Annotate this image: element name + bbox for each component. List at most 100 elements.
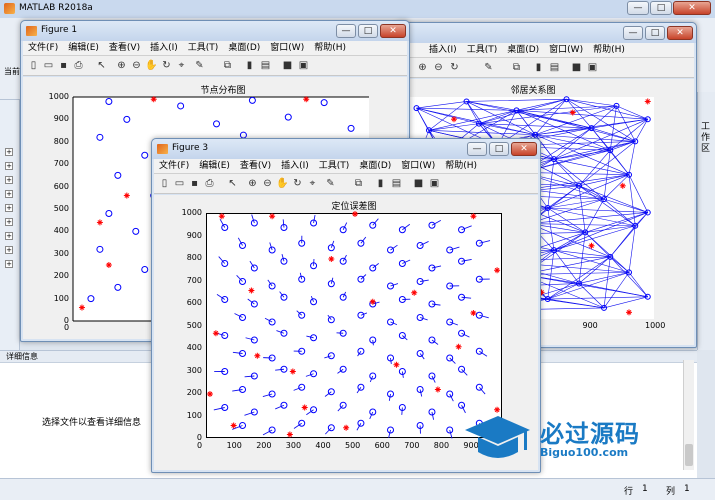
figure2-close-button[interactable]: ✕ (667, 26, 693, 40)
menu-item[interactable]: 工具(T) (314, 159, 355, 174)
print-icon[interactable]: ⎙ (203, 177, 216, 190)
tree-expander[interactable]: + (5, 232, 13, 240)
legend-icon[interactable]: ▤ (548, 61, 561, 74)
estimated-node-circle (398, 332, 406, 339)
tree-expander[interactable]: + (5, 246, 13, 254)
figure2-minimize-button[interactable]: — (623, 26, 643, 40)
tree-expander[interactable]: + (5, 190, 13, 198)
figure3-minimize-button[interactable]: — (467, 142, 487, 156)
estimated-node-circle (239, 314, 247, 321)
menu-item[interactable]: 窗口(W) (396, 159, 440, 174)
link-icon[interactable]: ⧉ (510, 61, 523, 74)
zoom-in-icon[interactable]: ⊕ (416, 61, 429, 74)
zoom-in-icon[interactable]: ⊕ (246, 177, 259, 190)
tree-expander[interactable]: + (5, 148, 13, 156)
colorbar-icon[interactable]: ▮ (374, 177, 387, 190)
pointer-icon[interactable]: ↖ (226, 177, 239, 190)
figure1-close-button[interactable]: ✕ (380, 24, 406, 38)
hide-icon[interactable]: ■ (281, 59, 294, 72)
tree-expander[interactable]: + (5, 176, 13, 184)
figure1-maximize-button[interactable]: □ (358, 24, 378, 38)
rotate-icon[interactable]: ↻ (160, 59, 173, 72)
node-circle (105, 97, 113, 105)
main-minimize-button[interactable]: — (627, 1, 649, 15)
node-circle (87, 295, 95, 303)
x-tick-label: 500 (345, 441, 361, 450)
show-icon[interactable]: ▣ (297, 59, 310, 72)
colorbar-icon[interactable]: ▮ (532, 61, 545, 74)
neighbor-edge (628, 272, 648, 297)
menu-item[interactable]: 插入(I) (276, 159, 314, 174)
hide-icon[interactable]: ■ (412, 177, 425, 190)
menu-item[interactable]: 桌面(D) (223, 41, 265, 56)
menu-item[interactable]: 编辑(E) (63, 41, 104, 56)
menu-item[interactable]: 文件(F) (154, 159, 194, 174)
menu-item[interactable]: 文件(F) (23, 41, 63, 56)
save-icon[interactable]: ▪ (188, 177, 201, 190)
main-close-button[interactable]: ✕ (673, 1, 711, 15)
show-icon[interactable]: ▣ (428, 177, 441, 190)
open-file-icon[interactable]: ▭ (173, 177, 186, 190)
error-line (244, 375, 255, 378)
link-icon[interactable]: ⧉ (221, 59, 234, 72)
figure2-maximize-button[interactable]: □ (645, 26, 665, 40)
figure1-minimize-button[interactable]: — (336, 24, 356, 38)
hide-icon[interactable]: ■ (570, 61, 583, 74)
rotate-icon[interactable]: ↻ (448, 61, 461, 74)
anchor-star (494, 267, 501, 274)
error-line (420, 279, 429, 282)
brush-icon[interactable]: ✎ (482, 61, 495, 74)
status-row-label: 行 (624, 487, 634, 497)
menu-item[interactable]: 桌面(D) (502, 43, 544, 58)
menu-item[interactable]: 帮助(H) (440, 159, 482, 174)
figure2-titlebar: — □ ✕ (396, 23, 696, 43)
tree-expander[interactable]: + (5, 204, 13, 212)
error-line (449, 429, 453, 439)
zoom-out-icon[interactable]: ⊖ (261, 177, 274, 190)
menu-item[interactable]: 帮助(H) (309, 41, 351, 56)
menu-item[interactable]: 帮助(H) (588, 43, 630, 58)
pan-icon[interactable]: ✋ (145, 59, 158, 72)
data-cursor-icon[interactable]: ⌖ (175, 59, 188, 72)
new-figure-icon[interactable]: ▯ (27, 59, 40, 72)
brush-icon[interactable]: ✎ (193, 59, 206, 72)
rotate-icon[interactable]: ↻ (291, 177, 304, 190)
menu-item[interactable]: 插入(I) (145, 41, 183, 56)
estimated-node-circle (327, 424, 335, 432)
figure3-maximize-button[interactable]: □ (489, 142, 509, 156)
workspace-side-tab[interactable]: 工作区 (697, 92, 715, 350)
neighbor-edge (628, 174, 649, 213)
link-icon[interactable]: ⧉ (352, 177, 365, 190)
pointer-icon[interactable]: ↖ (95, 59, 108, 72)
menu-item[interactable]: 查看(V) (235, 159, 276, 174)
menu-item[interactable]: 工具(T) (183, 41, 224, 56)
menu-item[interactable]: 工具(T) (462, 43, 503, 58)
zoom-out-icon[interactable]: ⊖ (130, 59, 143, 72)
legend-icon[interactable]: ▤ (259, 59, 272, 72)
brush-icon[interactable]: ✎ (324, 177, 337, 190)
show-icon[interactable]: ▣ (586, 61, 599, 74)
tree-expander[interactable]: + (5, 218, 13, 226)
menu-item[interactable]: 窗口(W) (544, 43, 588, 58)
error-line (232, 351, 243, 354)
zoom-out-icon[interactable]: ⊖ (432, 61, 445, 74)
y-tick-label: 500 (186, 320, 202, 330)
menu-item[interactable]: 插入(I) (424, 43, 462, 58)
zoom-in-icon[interactable]: ⊕ (115, 59, 128, 72)
legend-icon[interactable]: ▤ (390, 177, 403, 190)
menu-item[interactable]: 窗口(W) (265, 41, 309, 56)
menu-item[interactable]: 编辑(E) (194, 159, 235, 174)
main-maximize-button[interactable]: □ (650, 1, 672, 15)
figure3-close-button[interactable]: ✕ (511, 142, 537, 156)
tree-expander[interactable]: + (5, 162, 13, 170)
print-icon[interactable]: ⎙ (72, 59, 85, 72)
open-file-icon[interactable]: ▭ (42, 59, 55, 72)
colorbar-icon[interactable]: ▮ (243, 59, 256, 72)
pan-icon[interactable]: ✋ (276, 177, 289, 190)
tree-expander[interactable]: + (5, 260, 13, 268)
new-figure-icon[interactable]: ▯ (158, 177, 171, 190)
data-cursor-icon[interactable]: ⌖ (306, 177, 319, 190)
menu-item[interactable]: 桌面(D) (354, 159, 396, 174)
save-icon[interactable]: ▪ (57, 59, 70, 72)
menu-item[interactable]: 查看(V) (104, 41, 145, 56)
